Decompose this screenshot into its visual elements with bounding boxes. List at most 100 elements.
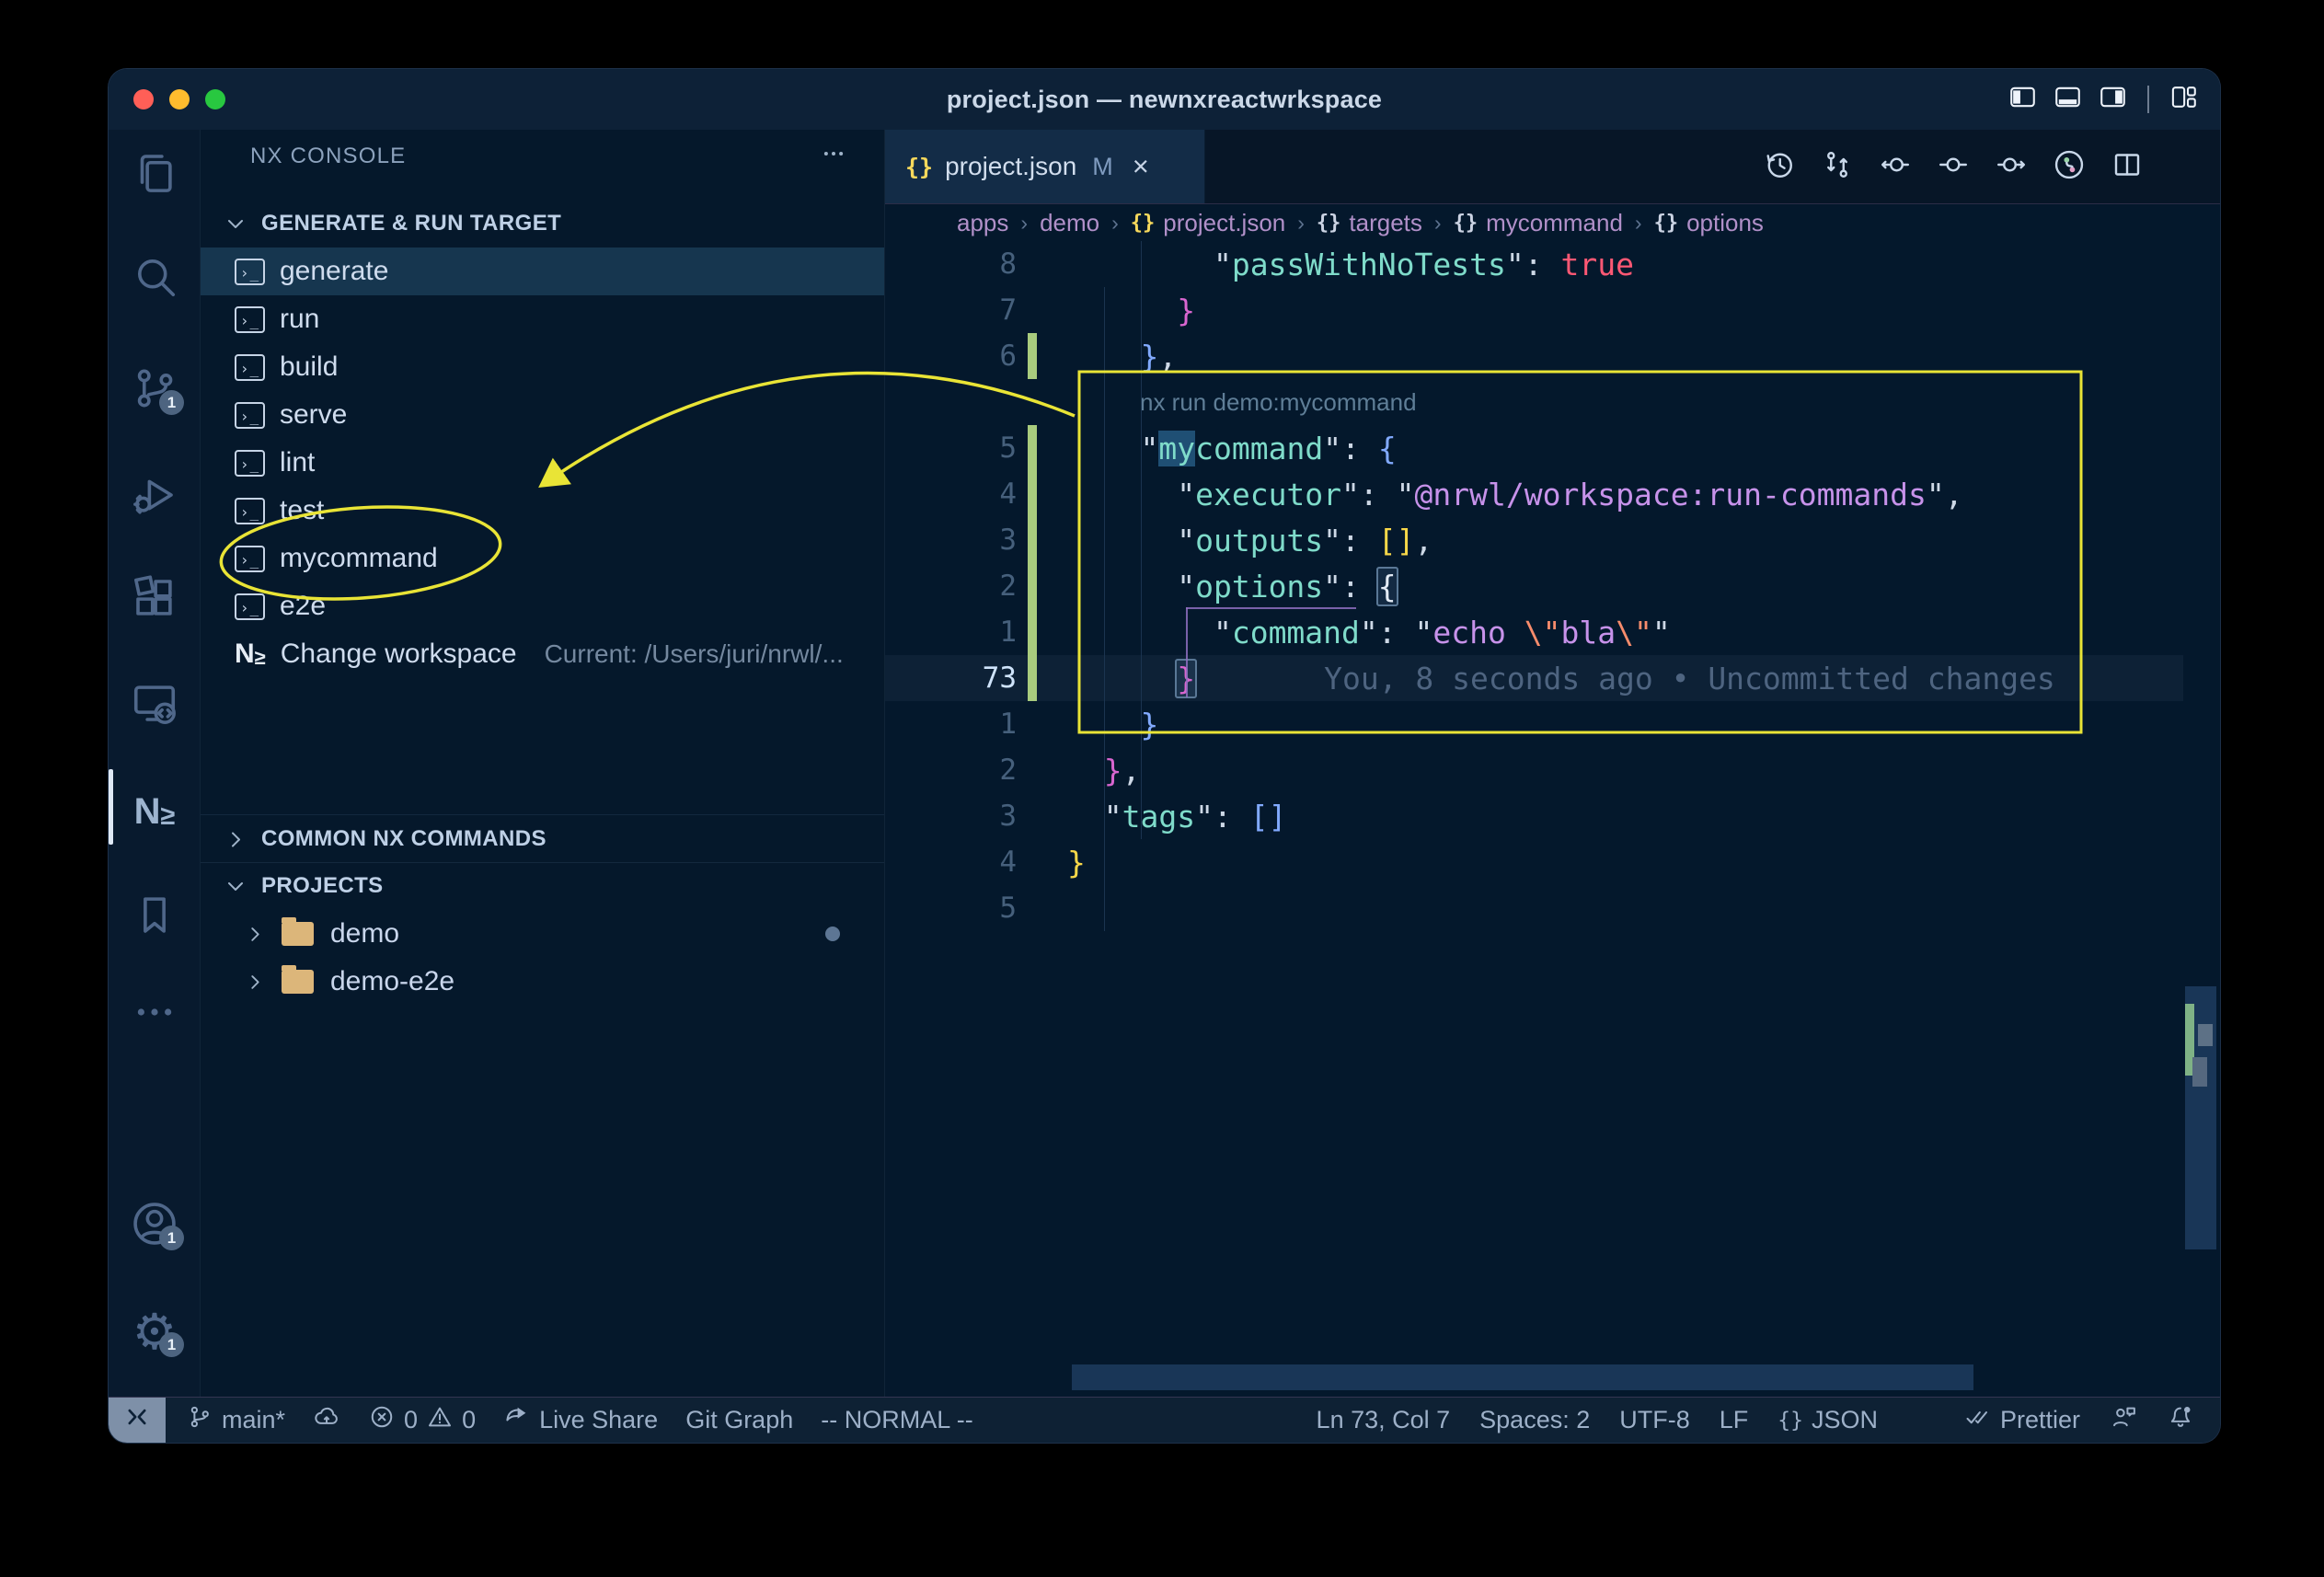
sidebar-item-target-e2e[interactable]: ›_e2e bbox=[201, 582, 884, 630]
folder-icon bbox=[282, 922, 314, 946]
nx-graph-icon[interactable] bbox=[2053, 148, 2086, 186]
status-item-live-share[interactable]: Live Share bbox=[503, 1403, 658, 1437]
sidebar-item-target-serve[interactable]: ›_serve bbox=[201, 391, 884, 439]
code-text: "options": { bbox=[1067, 569, 1397, 604]
more-actions-icon[interactable] bbox=[820, 140, 847, 174]
activity-bar-item-more[interactable] bbox=[109, 984, 201, 1044]
status-item-sync[interactable] bbox=[313, 1403, 340, 1437]
code-line[interactable]: 7 } bbox=[885, 287, 2183, 333]
status-item-formatter[interactable]: Prettier bbox=[1964, 1403, 2080, 1437]
token-bool: true bbox=[1560, 247, 1633, 282]
breadcrumb-item-targets[interactable]: {}targets bbox=[1317, 209, 1422, 237]
section-common-nx-commands[interactable]: COMMON NX COMMANDS bbox=[201, 814, 884, 862]
sidebar-item-target-run[interactable]: ›_run bbox=[201, 295, 884, 343]
code-line[interactable]: 4} bbox=[885, 839, 2183, 885]
token-by: } bbox=[1067, 845, 1086, 881]
activity-bar-item-bookmarks[interactable] bbox=[109, 886, 201, 947]
layout-controls bbox=[2008, 69, 2198, 130]
status-item-notifications[interactable] bbox=[2167, 1403, 2194, 1437]
code-line[interactable]: 1 "command": "echo \"bla\"" bbox=[885, 609, 2183, 655]
toggle-left-panel-icon[interactable] bbox=[2008, 83, 2037, 116]
token-ws bbox=[1067, 477, 1177, 512]
sidebar-item-target-build[interactable]: ›_build bbox=[201, 343, 884, 391]
code-line[interactable]: 5 bbox=[885, 885, 2183, 931]
code-line[interactable]: 8 "passWithNoTests": true bbox=[885, 241, 2183, 287]
tab-project-json[interactable]: {} project.json M × bbox=[885, 130, 1205, 203]
code-line[interactable]: 5 "mycommand": { bbox=[885, 425, 2183, 471]
customize-layout-icon[interactable] bbox=[2169, 83, 2198, 116]
code-line[interactable]: 3 "tags": [] bbox=[885, 793, 2183, 839]
status-item-language-mode[interactable]: {}JSON bbox=[1778, 1406, 1878, 1434]
token-q: " bbox=[1104, 799, 1122, 835]
sidebar-item-project-demo[interactable]: demo bbox=[201, 910, 884, 958]
breadcrumb-item-project.json[interactable]: {}project.json bbox=[1131, 209, 1285, 237]
status-item-eol[interactable]: LF bbox=[1720, 1406, 1749, 1434]
code-line[interactable]: 3 "outputs": [], bbox=[885, 517, 2183, 563]
token-key: passWithNoTests bbox=[1232, 247, 1506, 282]
sidebar-item-target-test[interactable]: ›_test bbox=[201, 487, 884, 535]
status-item-cursor-position[interactable]: Ln 73, Col 7 bbox=[1317, 1406, 1451, 1434]
activity-bar-item-remote-explorer[interactable] bbox=[109, 674, 201, 735]
status-item-vim-mode[interactable]: -- NORMAL -- bbox=[821, 1406, 972, 1434]
target-label: lint bbox=[280, 447, 315, 478]
current-change-icon[interactable] bbox=[1937, 148, 1970, 186]
sidebar-item-change-workspace[interactable]: N≥ Change workspace Current: /Users/juri… bbox=[201, 630, 884, 678]
code-editor[interactable]: 8 "passWithNoTests": true7 }6 }, nx run d… bbox=[885, 241, 2183, 931]
activity-bar-item-manage[interactable]: ⚙1 bbox=[109, 1302, 201, 1363]
horizontal-scrollbar[interactable] bbox=[1072, 1364, 1973, 1390]
toggle-bottom-panel-icon[interactable] bbox=[2054, 83, 2082, 116]
section-generate-run-target[interactable]: GENERATE & RUN TARGET bbox=[201, 201, 884, 247]
token-bm: { bbox=[1376, 567, 1398, 606]
gutter-modified-indicator bbox=[1028, 563, 1037, 609]
section-projects[interactable]: PROJECTS bbox=[201, 862, 884, 908]
breadcrumb-item-apps[interactable]: apps bbox=[957, 209, 1008, 237]
split-editor-icon[interactable] bbox=[2111, 148, 2144, 186]
branch-icon bbox=[186, 1403, 213, 1437]
status-item-encoding[interactable]: UTF-8 bbox=[1619, 1406, 1690, 1434]
codelens-run-command[interactable]: nx run demo:mycommand bbox=[885, 379, 2183, 425]
activity-bar-item-nx-console[interactable]: N≥ bbox=[109, 781, 201, 842]
sidebar-item-target-generate[interactable]: ›_generate bbox=[201, 247, 884, 295]
breadcrumb-item-demo[interactable]: demo bbox=[1040, 209, 1099, 237]
activity-bar-item-explorer[interactable] bbox=[109, 144, 201, 205]
toggle-right-panel-icon[interactable] bbox=[2099, 83, 2127, 116]
timeline-icon[interactable] bbox=[1763, 148, 1796, 186]
code-line[interactable]: 4 "executor": "@nrwl/workspace:run-comma… bbox=[885, 471, 2183, 517]
compare-changes-icon[interactable] bbox=[1821, 148, 1854, 186]
status-item-indentation[interactable]: Spaces: 2 bbox=[1479, 1406, 1590, 1434]
line-number: 6 bbox=[885, 340, 1017, 373]
status-label: main* bbox=[222, 1406, 285, 1434]
status-item-problems[interactable]: 00 bbox=[368, 1403, 476, 1437]
status-item-git-branch[interactable]: main* bbox=[186, 1403, 285, 1437]
token-q: " bbox=[1323, 569, 1341, 604]
status-item-git-graph[interactable]: Git Graph bbox=[685, 1406, 793, 1434]
sidebar-item-project-demo-e2e[interactable]: demo-e2e bbox=[201, 958, 884, 1006]
activity-bar-item-run-and-debug[interactable] bbox=[109, 466, 201, 527]
token-bb: [] bbox=[1250, 799, 1287, 835]
code-line[interactable]: 73 }You, 8 seconds ago • Uncommitted cha… bbox=[885, 655, 2183, 701]
remote-indicator[interactable] bbox=[109, 1398, 166, 1444]
status-item-copilot[interactable] bbox=[1907, 1403, 1935, 1437]
codelens-label[interactable]: nx run demo:mycommand bbox=[1140, 388, 1417, 417]
previous-change-icon[interactable] bbox=[1879, 148, 1912, 186]
gutter-modified-indicator bbox=[1028, 471, 1037, 517]
close-tab-icon[interactable]: × bbox=[1133, 150, 1149, 183]
code-line[interactable]: 2 "options": { bbox=[885, 563, 2183, 609]
more-actions-icon[interactable] bbox=[2169, 148, 2202, 186]
sidebar-item-target-mycommand[interactable]: ›_mycommand bbox=[201, 535, 884, 582]
next-change-icon[interactable] bbox=[1995, 148, 2028, 186]
activity-bar-item-search[interactable] bbox=[109, 247, 201, 308]
activity-bar-item-accounts[interactable]: 1 bbox=[109, 1195, 201, 1256]
activity-bar-item-extensions[interactable] bbox=[109, 570, 201, 630]
code-line[interactable]: 1 } bbox=[885, 701, 2183, 747]
status-item-feedback[interactable] bbox=[2110, 1403, 2137, 1437]
chevron-right-icon bbox=[245, 972, 265, 992]
code-line[interactable]: 2 }, bbox=[885, 747, 2183, 793]
token-q: " bbox=[1360, 615, 1378, 650]
code-line[interactable]: 6 }, bbox=[885, 333, 2183, 379]
breadcrumb-item-options[interactable]: {}options bbox=[1654, 209, 1764, 237]
activity-bar-item-source-control[interactable]: 1 bbox=[109, 360, 201, 420]
token-val: bla bbox=[1561, 615, 1616, 650]
sidebar-item-target-lint[interactable]: ›_lint bbox=[201, 439, 884, 487]
breadcrumb-item-mycommand[interactable]: {}mycommand bbox=[1454, 209, 1623, 237]
